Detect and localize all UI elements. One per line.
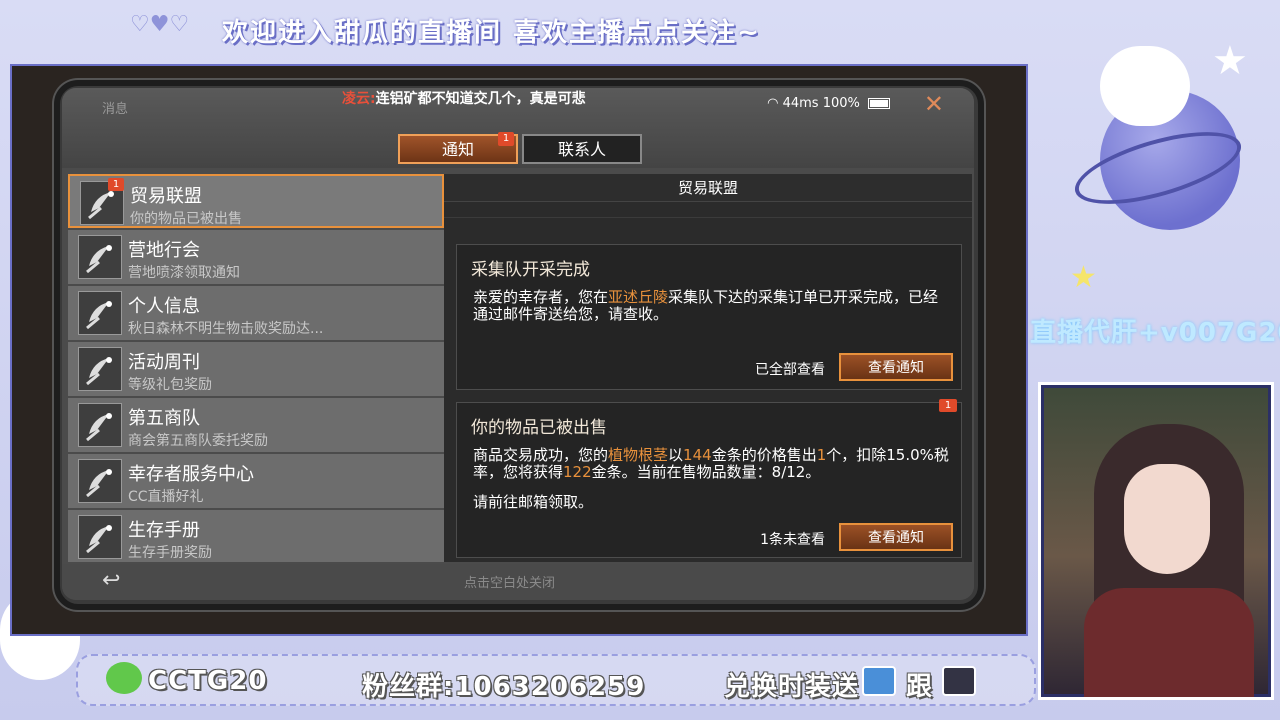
card-status: 1条未查看 (760, 532, 825, 548)
notification-card-mining: 采集队开采完成 亲爱的幸存者，您在亚述丘陵采集队下达的采集订单已开采完成，已经通… (456, 244, 962, 390)
star-icon: ★ (1070, 260, 1097, 295)
list-item-title: 第五商队 (128, 408, 200, 429)
price-highlight: 144 (683, 446, 712, 464)
list-item-camp-guild[interactable]: 营地行会 营地喷漆领取通知 (68, 230, 444, 284)
card-icon (942, 666, 976, 696)
follow-text: 跟 (906, 672, 934, 702)
location-highlight: 亚述丘陵 (608, 288, 669, 306)
list-item-subtitle: 商会第五商队委托奖励 (128, 433, 268, 449)
bunny-decoration (1100, 46, 1190, 126)
list-item-subtitle: 秋日森林不明生物击败奖励达... (128, 321, 324, 337)
info-banner: CCTG20 粉丝群:1063206259 兑换时装送 跟 (0, 640, 1040, 720)
list-item-personal-info[interactable]: 个人信息 秋日森林不明生物击败奖励达... (68, 286, 444, 340)
card-body-text: 金条的价格售出 (711, 446, 817, 464)
tab-label: 联系人 (557, 140, 606, 159)
marquee-speaker: 凌云: (342, 91, 376, 107)
outfit-icon (862, 666, 896, 696)
list-item-title: 幸存者服务中心 (128, 464, 254, 485)
satellite-dish-icon (78, 347, 122, 391)
view-notification-button[interactable]: 查看通知 (839, 353, 953, 381)
list-item-title: 生存手册 (128, 520, 200, 541)
chat-marquee: 凌云:连铝矿都不知道交几个，真是可悲 (342, 88, 586, 108)
satellite-dish-icon (78, 403, 122, 447)
notification-card-sale: 1 你的物品已被出售 商品交易成功，您的植物根茎以144金条的价格售出1个，扣除… (456, 399, 962, 558)
sender-list: 1 贸易联盟 你的物品已被出售 营地行会 营地喷漆领取通知 个人信息 秋日森林不… (68, 174, 444, 562)
webcam-feed (1044, 388, 1268, 697)
battery-icon (868, 98, 890, 109)
fan-group: 粉丝群:1063206259 (362, 672, 646, 702)
list-item-subtitle: 生存手册奖励 (128, 545, 212, 561)
satellite-dish-icon (78, 515, 122, 559)
tab-label: 通知 (441, 140, 474, 159)
message-detail-pane: 贸易联盟 采集队开采完成 亲爱的幸存者，您在亚述丘陵采集队下达的采集订单已开采完… (444, 174, 972, 562)
item-highlight: 植物根茎 (608, 446, 669, 464)
welcome-text: 欢迎进入甜瓜的直播间 喜欢主播点点关注~ (222, 18, 761, 48)
list-item-event-weekly[interactable]: 活动周刊 等级礼包奖励 (68, 342, 444, 396)
status-bar: ◠ 44ms 100% (767, 96, 890, 111)
list-item-subtitle: 营地喷漆领取通知 (128, 265, 240, 281)
scroll-divider (444, 202, 972, 218)
list-item-trade-alliance[interactable]: 1 贸易联盟 你的物品已被出售 (68, 174, 444, 228)
satellite-dish-icon (78, 459, 122, 503)
list-item-subtitle: CC直播好礼 (128, 489, 204, 505)
wifi-icon: ◠ (767, 96, 779, 111)
card-title: 你的物品已被出售 (471, 418, 607, 438)
battery-readout: 100% (822, 96, 860, 111)
hearts-decoration-icon: ♡♥♡ (130, 12, 190, 37)
list-item-subtitle: 你的物品已被出售 (130, 211, 242, 227)
card-body-text: 亲爱的幸存者，您在 (473, 288, 609, 306)
list-item-survivor-service[interactable]: 幸存者服务中心 CC直播好礼 (68, 454, 444, 508)
card-body: 商品交易成功，您的植物根茎以144金条的价格售出1个，扣除15.0%税率，您将获… (473, 447, 949, 481)
list-item-subtitle: 等级礼包奖励 (128, 377, 212, 393)
quantity-highlight: 1 (816, 446, 827, 464)
promo-text: 兑换时装送 (724, 672, 860, 702)
watermark-text: 直播代肝+v007G20 (1030, 318, 1280, 348)
tab-contacts[interactable]: 联系人 (522, 134, 642, 164)
panel-footer: ↩ 点击空白处关闭 (62, 564, 974, 600)
unread-badge: 1 (108, 178, 124, 191)
unread-badge: 1 (939, 399, 957, 412)
close-button[interactable]: ✕ (924, 90, 944, 118)
card-body-text: 商品交易成功，您的 (473, 446, 609, 464)
view-notification-button[interactable]: 查看通知 (839, 523, 953, 551)
card-body: 亲爱的幸存者，您在亚述丘陵采集队下达的采集订单已开采完成，已经通过邮件寄送给您，… (473, 289, 949, 323)
satellite-dish-icon (78, 291, 122, 335)
ping-readout: 44ms (782, 96, 819, 111)
wechat-id: CCTG20 (148, 666, 268, 696)
tab-bar: 通知 1 联系人 (398, 132, 642, 164)
streamer-body (1084, 588, 1254, 697)
list-item-title: 贸易联盟 (130, 186, 202, 207)
list-item-survival-manual[interactable]: 生存手册 生存手册奖励 (68, 510, 444, 562)
messages-label: 消息 (102, 102, 129, 117)
card-status: 已全部查看 (755, 362, 825, 378)
earnings-highlight: 122 (563, 463, 592, 481)
list-item-fifth-caravan[interactable]: 第五商队 商会第五商队委托奖励 (68, 398, 444, 452)
card-body-text: 金条。当前在售物品数量：8/12。 (591, 463, 821, 481)
message-panel: 消息 凌云:连铝矿都不知道交几个，真是可悲 ◠ 44ms 100% ✕ 通知 1… (62, 88, 974, 600)
close-hint: 点击空白处关闭 (464, 576, 556, 591)
card-body-text: 以 (668, 446, 684, 464)
tab-notifications[interactable]: 通知 1 (398, 132, 518, 164)
detail-title: 贸易联盟 (444, 174, 972, 202)
list-item-title: 营地行会 (128, 240, 200, 261)
back-icon[interactable]: ↩ (102, 568, 120, 593)
list-item-title: 活动周刊 (128, 352, 200, 373)
streamer-face (1124, 464, 1210, 574)
satellite-dish-icon (78, 235, 122, 279)
card-extra-text: 请前往邮箱领取。 (473, 493, 594, 511)
unread-badge: 1 (498, 132, 514, 146)
card-title: 采集队开采完成 (471, 260, 590, 280)
welcome-banner: ♡♥♡ 欢迎进入甜瓜的直播间 喜欢主播点点关注~ (0, 0, 1280, 58)
star-icon: ★ (1212, 38, 1248, 84)
list-item-title: 个人信息 (128, 296, 200, 317)
marquee-text: 连铝矿都不知道交几个，真是可悲 (375, 91, 586, 107)
wechat-icon (106, 662, 142, 694)
streamer-webcam (1038, 382, 1274, 700)
